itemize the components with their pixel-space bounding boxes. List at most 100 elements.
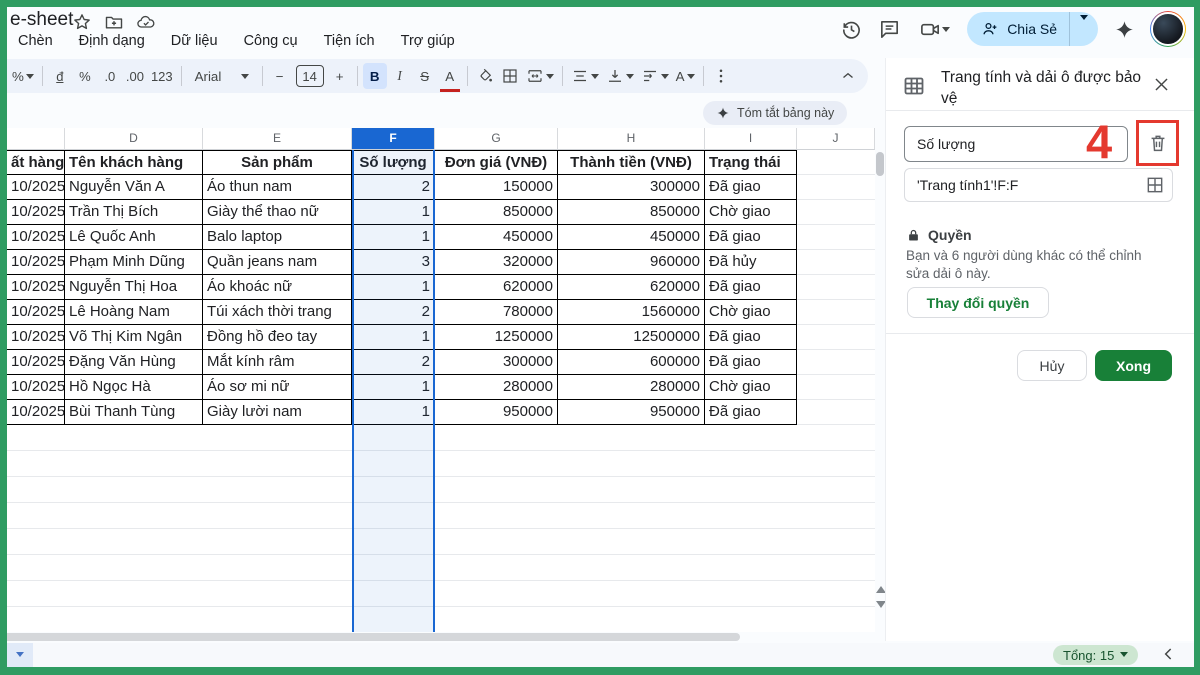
empty-row[interactable]: [7, 555, 875, 581]
cell[interactable]: 1: [352, 200, 435, 225]
text-wrap-icon[interactable]: [638, 63, 672, 89]
cell[interactable]: 950000: [435, 400, 558, 425]
cell[interactable]: 2: [352, 350, 435, 375]
cell[interactable]: Lê Quốc Anh: [65, 225, 203, 250]
cell[interactable]: [797, 300, 875, 325]
cell[interactable]: 620000: [435, 275, 558, 300]
video-call-icon[interactable]: [915, 17, 953, 41]
cell[interactable]: [797, 325, 875, 350]
cell[interactable]: [797, 250, 875, 275]
done-button[interactable]: Xong: [1095, 350, 1172, 381]
cell[interactable]: Đã hủy: [705, 250, 797, 275]
format-currency-button[interactable]: đ: [48, 63, 72, 89]
increase-font-size-button[interactable]: +: [328, 63, 352, 89]
cell[interactable]: Nguyễn Thị Hoa: [65, 275, 203, 300]
header-cell[interactable]: Thành tiền (VNĐ): [558, 150, 705, 175]
cell[interactable]: [797, 400, 875, 425]
move-folder-icon[interactable]: [104, 12, 124, 32]
spreadsheet-grid[interactable]: DEFGHIJất hàngTên khách hàngSản phẩmSố l…: [7, 128, 875, 632]
share-caret[interactable]: [1070, 20, 1098, 38]
empty-row[interactable]: [7, 451, 875, 477]
menu-extensions[interactable]: Tiện ích: [313, 30, 386, 52]
cell[interactable]: 1560000: [558, 300, 705, 325]
cell[interactable]: Trần Thị Bích: [65, 200, 203, 225]
cell[interactable]: 10/2025: [7, 175, 65, 200]
font-size-field[interactable]: 14: [293, 63, 327, 89]
cell[interactable]: 850000: [558, 200, 705, 225]
empty-row[interactable]: [7, 607, 875, 632]
account-avatar[interactable]: [1150, 11, 1186, 47]
cell[interactable]: 1: [352, 400, 435, 425]
horizontal-scrollbar[interactable]: [7, 633, 740, 641]
empty-row[interactable]: [7, 581, 875, 607]
empty-row[interactable]: [7, 425, 875, 451]
cell[interactable]: Đặng Văn Hùng: [65, 350, 203, 375]
cell[interactable]: 1: [352, 375, 435, 400]
cell[interactable]: 10/2025: [7, 275, 65, 300]
cell[interactable]: 2: [352, 175, 435, 200]
cell[interactable]: 10/2025: [7, 225, 65, 250]
cell[interactable]: [797, 200, 875, 225]
cell[interactable]: 320000: [435, 250, 558, 275]
cancel-button[interactable]: Hủy: [1017, 350, 1087, 381]
menu-format[interactable]: Định dạng: [68, 30, 156, 52]
column-header-F[interactable]: F: [352, 128, 435, 150]
bold-button[interactable]: B: [363, 63, 387, 89]
cell[interactable]: Lê Hoàng Nam: [65, 300, 203, 325]
cell[interactable]: 280000: [435, 375, 558, 400]
italic-button[interactable]: I: [388, 63, 412, 89]
cell[interactable]: 600000: [558, 350, 705, 375]
cell[interactable]: 1250000: [435, 325, 558, 350]
borders-icon[interactable]: [498, 63, 522, 89]
cell[interactable]: Bùi Thanh Tùng: [65, 400, 203, 425]
increase-decimal-button[interactable]: .00: [123, 63, 147, 89]
font-select[interactable]: Arial: [187, 63, 257, 89]
menu-tools[interactable]: Công cụ: [233, 30, 309, 52]
cell[interactable]: [797, 225, 875, 250]
cell[interactable]: Quần jeans nam: [203, 250, 352, 275]
more-formats-button[interactable]: 123: [148, 63, 176, 89]
cell[interactable]: 10/2025: [7, 300, 65, 325]
cell[interactable]: Đã giao: [705, 400, 797, 425]
decrease-decimal-button[interactable]: .0: [98, 63, 122, 89]
cell[interactable]: 850000: [435, 200, 558, 225]
cell[interactable]: Võ Thị Kim Ngân: [65, 325, 203, 350]
cell[interactable]: Túi xách thời trang: [203, 300, 352, 325]
delete-range-icon[interactable]: [1147, 132, 1169, 154]
merge-cells-icon[interactable]: [523, 63, 557, 89]
cell[interactable]: Áo khoác nữ: [203, 275, 352, 300]
more-toolbar-icon[interactable]: [709, 63, 733, 89]
cell[interactable]: 1: [352, 325, 435, 350]
cell[interactable]: Áo thun nam: [203, 175, 352, 200]
cell[interactable]: Phạm Minh Dũng: [65, 250, 203, 275]
cell[interactable]: [797, 375, 875, 400]
column-header-I[interactable]: I: [705, 128, 797, 150]
column-header-G[interactable]: G: [435, 128, 558, 150]
summarize-table-button[interactable]: Tóm tắt bảng này: [703, 101, 847, 125]
close-panel-icon[interactable]: [1152, 75, 1171, 94]
collapse-toolbar-icon[interactable]: [836, 63, 860, 89]
sheet-tab-menu-button[interactable]: [7, 643, 33, 667]
cell[interactable]: Đã giao: [705, 175, 797, 200]
cell[interactable]: Đã giao: [705, 225, 797, 250]
cell[interactable]: Giày thể thao nữ: [203, 200, 352, 225]
cell[interactable]: 450000: [558, 225, 705, 250]
header-cell[interactable]: Trạng thái: [705, 150, 797, 175]
header-cell[interactable]: ất hàng: [7, 150, 65, 175]
share-button[interactable]: Chia Sẻ: [967, 12, 1098, 46]
cell[interactable]: 10/2025: [7, 325, 65, 350]
empty-row[interactable]: [7, 529, 875, 555]
star-icon[interactable]: [72, 12, 92, 32]
cell[interactable]: [797, 350, 875, 375]
column-header-D[interactable]: D: [65, 128, 203, 150]
cell[interactable]: Chờ giao: [705, 300, 797, 325]
cell[interactable]: [797, 175, 875, 200]
cell[interactable]: Đồng hồ đeo tay: [203, 325, 352, 350]
comment-icon[interactable]: [877, 17, 901, 41]
cell[interactable]: Chờ giao: [705, 200, 797, 225]
header-cell[interactable]: Đơn giá (VNĐ): [435, 150, 558, 175]
document-title[interactable]: e-sheet: [10, 9, 73, 31]
gemini-sparkle-icon[interactable]: [1112, 17, 1136, 41]
cell[interactable]: 2: [352, 300, 435, 325]
cell[interactable]: Balo laptop: [203, 225, 352, 250]
